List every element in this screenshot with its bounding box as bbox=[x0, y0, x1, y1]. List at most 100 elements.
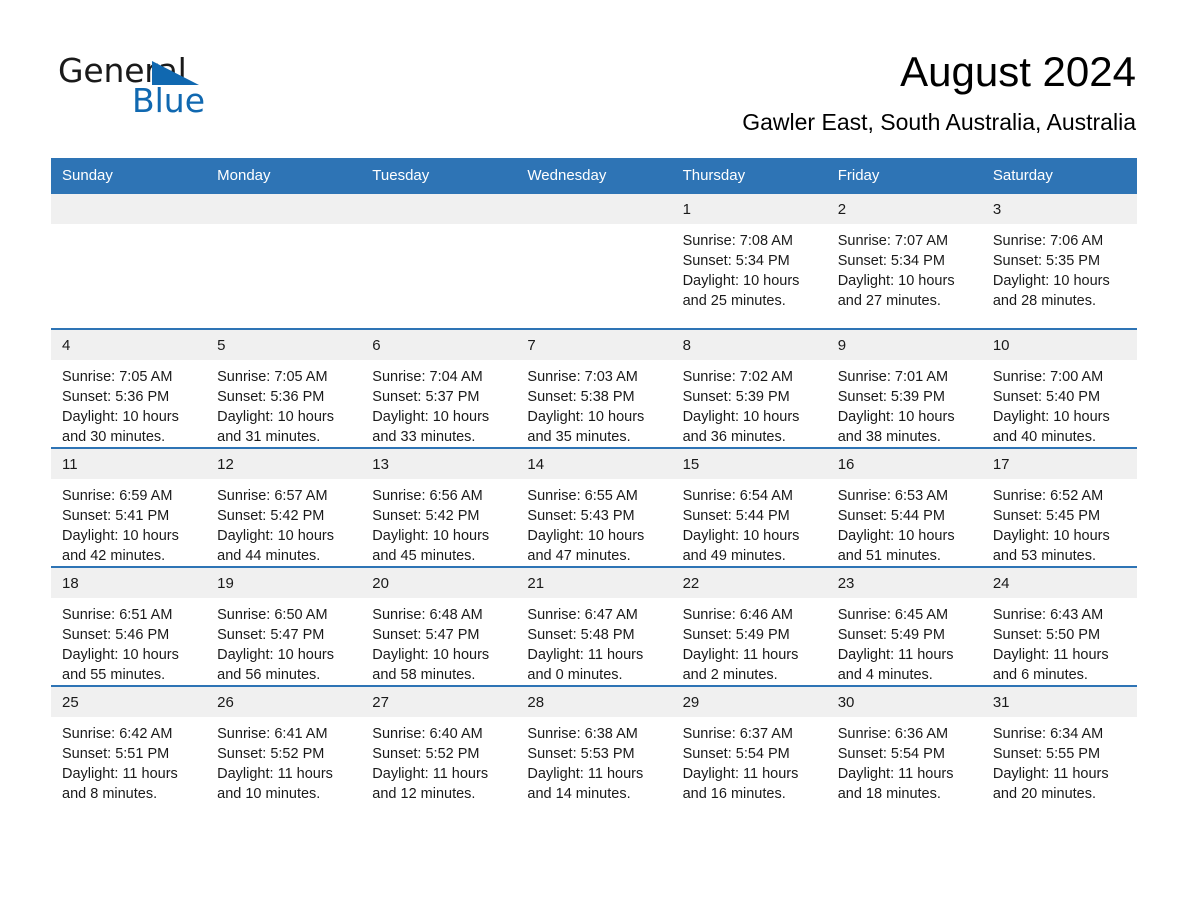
day-info-line: Daylight: 10 hours bbox=[682, 273, 800, 289]
day-number[interactable]: 28 bbox=[516, 687, 672, 717]
calendar-week-row: 18 19 20 21 22 23 24 Sunrise: 6:51 AM Sunset: 5:… bbox=[51, 566, 1137, 685]
day-number[interactable]: 27 bbox=[361, 687, 517, 717]
day-number[interactable]: 26 bbox=[206, 687, 362, 717]
day-detail-band: Sunrise: 7:08 AM Sunset: 5:34 PM Daylight:… bbox=[51, 224, 1137, 328]
day-info-line: and 10 minutes. bbox=[217, 786, 321, 802]
day-info-line: Daylight: 10 hours bbox=[372, 528, 490, 544]
day-info-line: and 49 minutes. bbox=[682, 548, 786, 564]
day-cell[interactable]: Sunrise: 6:52 AM Sunset: 5:45 PM Daylight:… bbox=[982, 479, 1137, 566]
day-info-line: and 40 minutes. bbox=[992, 429, 1097, 445]
day-cell[interactable]: Sunrise: 6:59 AM Sunset: 5:41 PM Daylight:… bbox=[51, 479, 206, 566]
day-number[interactable]: 10 bbox=[981, 330, 1137, 360]
day-cell[interactable]: Sunrise: 7:00 AM Sunset: 5:40 PM Daylight:… bbox=[982, 360, 1137, 447]
day-cell[interactable]: Sunrise: 6:54 AM Sunset: 5:44 PM Daylight:… bbox=[672, 479, 827, 566]
day-number[interactable]: 15 bbox=[671, 449, 827, 479]
day-number-band: 11 12 13 14 15 16 17 bbox=[51, 449, 1137, 479]
day-cell[interactable]: Sunrise: 7:05 AM Sunset: 5:36 PM Daylight:… bbox=[51, 360, 206, 447]
day-info-line: and 27 minutes. bbox=[837, 293, 941, 309]
weekday-header-friday: Friday bbox=[837, 167, 880, 184]
day-cell[interactable]: Sunrise: 6:48 AM Sunset: 5:47 PM Daylight:… bbox=[361, 598, 516, 685]
day-cell[interactable]: Sunrise: 6:43 AM Sunset: 5:50 PM Daylight:… bbox=[982, 598, 1137, 685]
day-info-line: and 53 minutes. bbox=[992, 548, 1097, 564]
day-info-line: Daylight: 10 hours bbox=[992, 528, 1110, 544]
day-cell[interactable]: Sunrise: 7:08 AM Sunset: 5:34 PM Daylight:… bbox=[672, 224, 827, 328]
day-info-line: Sunset: 5:46 PM bbox=[62, 627, 170, 643]
day-cell[interactable]: Sunrise: 7:02 AM Sunset: 5:39 PM Daylight:… bbox=[672, 360, 827, 447]
title-block: August 2024 Gawler East, South Australia… bbox=[742, 48, 1136, 135]
day-number[interactable]: 13 bbox=[361, 449, 517, 479]
day-number[interactable]: 3 bbox=[981, 194, 1137, 224]
day-number[interactable]: 6 bbox=[361, 330, 517, 360]
day-number[interactable]: 29 bbox=[671, 687, 827, 717]
day-info-line: Sunset: 5:39 PM bbox=[837, 389, 945, 405]
day-number-band: 4 5 6 7 8 9 10 bbox=[51, 330, 1137, 360]
day-number[interactable]: 17 bbox=[981, 449, 1137, 479]
day-number-band: 18 19 20 21 22 23 24 bbox=[51, 568, 1137, 598]
day-info-line: and 0 minutes. bbox=[527, 667, 623, 683]
day-cell[interactable]: Sunrise: 6:37 AM Sunset: 5:54 PM Daylight:… bbox=[672, 717, 827, 804]
day-number[interactable]: 7 bbox=[516, 330, 672, 360]
day-number[interactable]: 12 bbox=[206, 449, 362, 479]
day-cell[interactable]: Sunrise: 7:01 AM Sunset: 5:39 PM Daylight:… bbox=[827, 360, 982, 447]
day-cell[interactable]: Sunrise: 7:06 AM Sunset: 5:35 PM Daylight:… bbox=[982, 224, 1137, 328]
day-cell[interactable]: Sunrise: 6:46 AM Sunset: 5:49 PM Daylight:… bbox=[672, 598, 827, 685]
weekday-header-row: Sunday Monday Tuesday Wednesday Thursday Frid… bbox=[51, 158, 1137, 194]
day-info-line: Daylight: 11 hours bbox=[527, 647, 644, 663]
day-cell[interactable]: Sunrise: 6:42 AM Sunset: 5:51 PM Daylight:… bbox=[51, 717, 206, 804]
day-cell[interactable]: Sunrise: 6:45 AM Sunset: 5:49 PM Daylight:… bbox=[827, 598, 982, 685]
day-number[interactable]: 16 bbox=[826, 449, 982, 479]
day-info-line: Sunrise: 6:52 AM bbox=[992, 488, 1104, 504]
day-info-line: Sunrise: 7:07 AM bbox=[837, 233, 949, 249]
day-info-line: and 28 minutes. bbox=[992, 293, 1097, 309]
day-cell[interactable]: Sunrise: 6:47 AM Sunset: 5:48 PM Daylight:… bbox=[516, 598, 671, 685]
day-info-line: Daylight: 10 hours bbox=[682, 409, 800, 425]
calendar-week-row: 25 26 27 28 29 30 31 Sunrise: 6:42 AM Sunset: 5:… bbox=[51, 685, 1137, 804]
day-number[interactable]: 23 bbox=[826, 568, 982, 598]
day-info-line: Sunrise: 6:34 AM bbox=[992, 726, 1104, 742]
day-info-line: Daylight: 10 hours bbox=[682, 528, 800, 544]
day-info-line: Sunset: 5:42 PM bbox=[217, 508, 325, 524]
day-cell[interactable]: Sunrise: 6:53 AM Sunset: 5:44 PM Daylight:… bbox=[827, 479, 982, 566]
day-number[interactable]: 31 bbox=[981, 687, 1137, 717]
day-info-line: Sunset: 5:47 PM bbox=[217, 627, 325, 643]
day-number[interactable]: 4 bbox=[51, 330, 207, 360]
day-cell[interactable]: Sunrise: 7:03 AM Sunset: 5:38 PM Daylight:… bbox=[516, 360, 671, 447]
day-cell[interactable]: Sunrise: 6:34 AM Sunset: 5:55 PM Daylight:… bbox=[982, 717, 1137, 804]
day-number[interactable]: 1 bbox=[671, 194, 827, 224]
day-cell[interactable]: Sunrise: 6:51 AM Sunset: 5:46 PM Daylight:… bbox=[51, 598, 206, 685]
day-number[interactable]: 2 bbox=[826, 194, 982, 224]
day-number[interactable]: 14 bbox=[516, 449, 672, 479]
day-number[interactable]: 30 bbox=[826, 687, 982, 717]
day-cell[interactable]: Sunrise: 6:40 AM Sunset: 5:52 PM Daylight:… bbox=[361, 717, 516, 804]
day-number[interactable]: 21 bbox=[516, 568, 672, 598]
day-number[interactable]: 25 bbox=[51, 687, 207, 717]
day-cell[interactable]: Sunrise: 6:57 AM Sunset: 5:42 PM Daylight:… bbox=[206, 479, 361, 566]
day-cell[interactable]: Sunrise: 7:07 AM Sunset: 5:34 PM Daylight:… bbox=[827, 224, 982, 328]
day-info-line: and 38 minutes. bbox=[837, 429, 941, 445]
day-number[interactable]: 19 bbox=[206, 568, 362, 598]
day-info-line: Sunset: 5:54 PM bbox=[837, 746, 945, 762]
day-number[interactable]: 22 bbox=[671, 568, 827, 598]
day-cell[interactable]: Sunrise: 6:41 AM Sunset: 5:52 PM Daylight:… bbox=[206, 717, 361, 804]
day-cell[interactable]: Sunrise: 7:05 AM Sunset: 5:36 PM Daylight:… bbox=[206, 360, 361, 447]
day-number[interactable]: 9 bbox=[826, 330, 982, 360]
day-number[interactable]: 8 bbox=[671, 330, 827, 360]
day-number[interactable]: 24 bbox=[981, 568, 1137, 598]
day-number[interactable]: 18 bbox=[51, 568, 207, 598]
day-number-empty bbox=[361, 194, 517, 224]
day-cell[interactable]: Sunrise: 6:50 AM Sunset: 5:47 PM Daylight:… bbox=[206, 598, 361, 685]
day-number[interactable]: 11 bbox=[51, 449, 207, 479]
day-info-line: Sunset: 5:53 PM bbox=[527, 746, 635, 762]
day-number[interactable]: 5 bbox=[206, 330, 362, 360]
day-number[interactable]: 20 bbox=[361, 568, 517, 598]
day-info-line: Sunrise: 6:55 AM bbox=[527, 488, 638, 504]
day-info-line: Daylight: 10 hours bbox=[62, 647, 179, 663]
day-cell[interactable]: Sunrise: 6:55 AM Sunset: 5:43 PM Daylight:… bbox=[516, 479, 671, 566]
day-cell-empty bbox=[516, 224, 671, 328]
general-blue-logo[interactable]: General Blue bbox=[58, 48, 238, 122]
day-info-line: Daylight: 11 hours bbox=[992, 766, 1109, 782]
day-cell[interactable]: Sunrise: 6:38 AM Sunset: 5:53 PM Daylight:… bbox=[516, 717, 671, 804]
day-cell[interactable]: Sunrise: 7:04 AM Sunset: 5:37 PM Daylight:… bbox=[361, 360, 516, 447]
day-cell[interactable]: Sunrise: 6:56 AM Sunset: 5:42 PM Daylight:… bbox=[361, 479, 516, 566]
day-cell[interactable]: Sunrise: 6:36 AM Sunset: 5:54 PM Daylight:… bbox=[827, 717, 982, 804]
